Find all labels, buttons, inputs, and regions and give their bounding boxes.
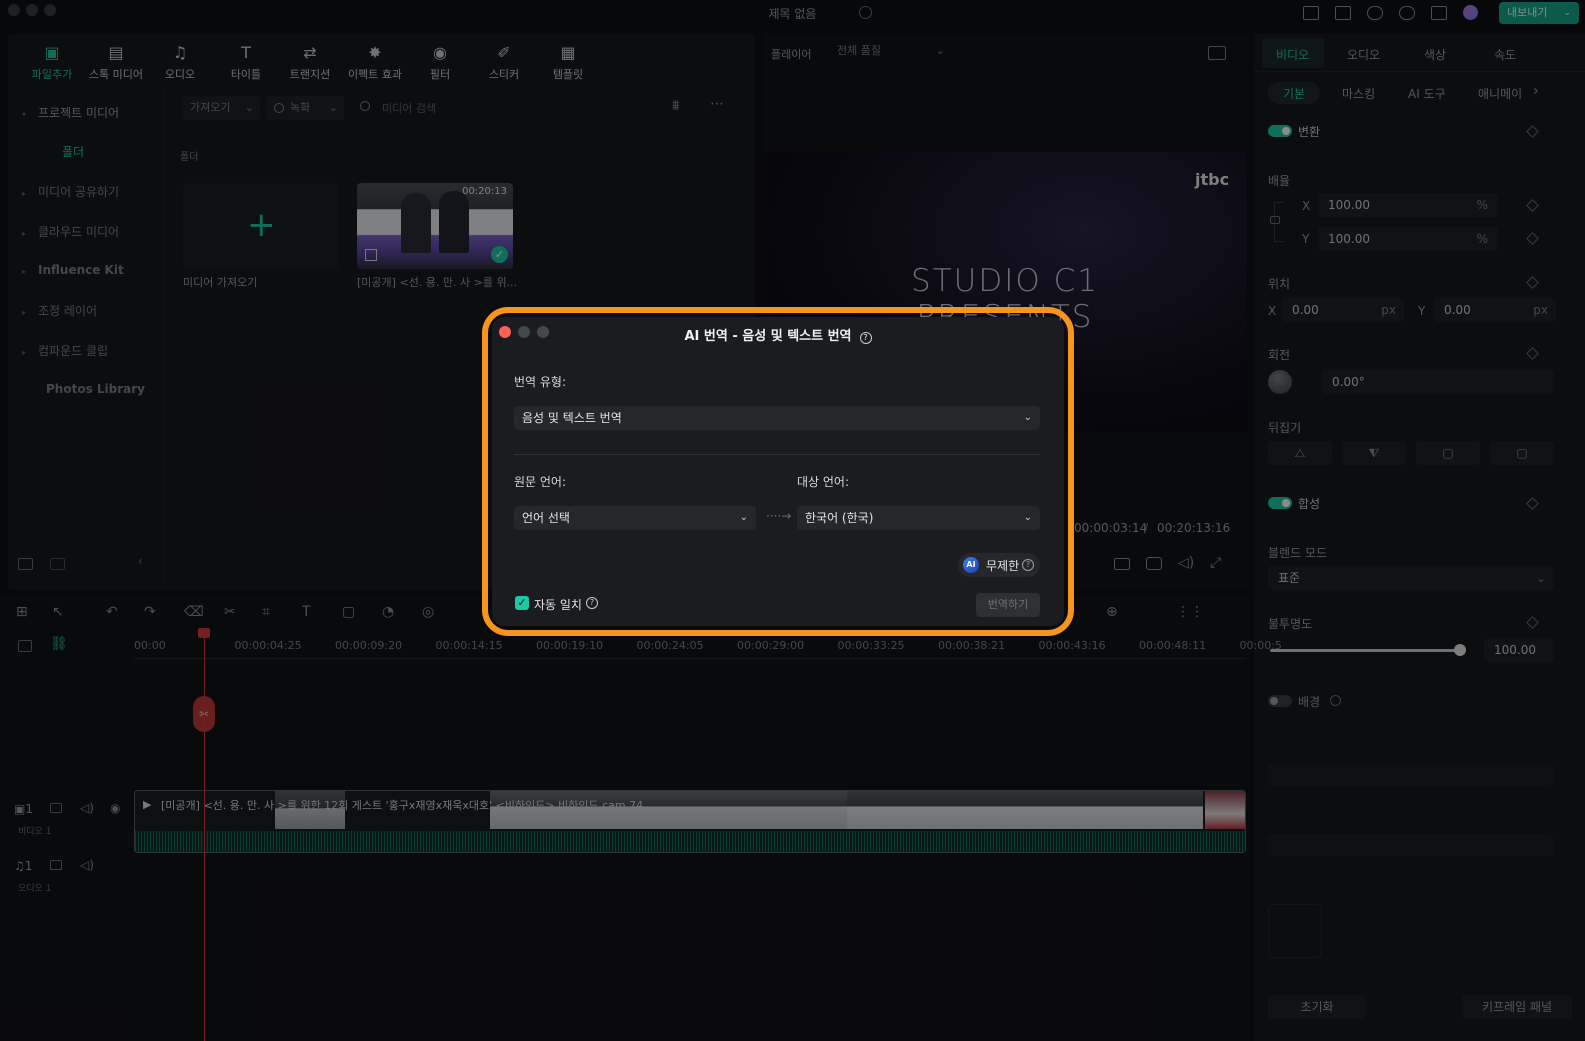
chevron-down-icon: ⌄ [1023, 512, 1032, 523]
translate-button[interactable]: 번역하기 [976, 593, 1040, 617]
app-window: 제목 없음 내보내기 ⌄ ▣ 파일추가 ▤ 스톡 미디어 ♫ 오디오 T 타이틀 ⇄ 트랜지션 ✸ 이펙… [0, 0, 1585, 1041]
translation-type-label: 번역 유형: [514, 375, 567, 389]
auto-match-checkbox[interactable]: ✓ [515, 596, 529, 610]
chevron-down-icon: ⌄ [1023, 412, 1032, 423]
help-icon[interactable]: ? [859, 332, 872, 344]
arrow-right-icon: ····→ [766, 509, 792, 523]
credit-label: 무제한 [986, 559, 1020, 573]
divider [514, 454, 1040, 455]
source-language-dropdown[interactable]: 언어 선택 ⌄ [514, 506, 756, 530]
target-language-label: 대상 언어: [797, 475, 850, 489]
auto-match-label: 자동 일치 [534, 598, 582, 612]
help-icon[interactable]: ? [1022, 559, 1034, 571]
help-icon[interactable]: ? [586, 597, 598, 609]
ai-translate-dialog: AI 번역 - 음성 및 텍스트 번역? 번역 유형: 음성 및 텍스트 번역 ⌄… [492, 317, 1064, 626]
translation-type-dropdown[interactable]: 음성 및 텍스트 번역 ⌄ [514, 406, 1040, 430]
target-language-dropdown[interactable]: 한국어 (한국) ⌄ [797, 506, 1040, 530]
source-language-label: 원문 언어: [514, 475, 567, 489]
ai-credit-icon: AI [963, 557, 979, 573]
credit-badge: AI 무제한 ? [958, 553, 1040, 577]
chevron-down-icon: ⌄ [739, 512, 748, 523]
dialog-title: AI 번역 - 음성 및 텍스트 번역? [492, 325, 1064, 344]
